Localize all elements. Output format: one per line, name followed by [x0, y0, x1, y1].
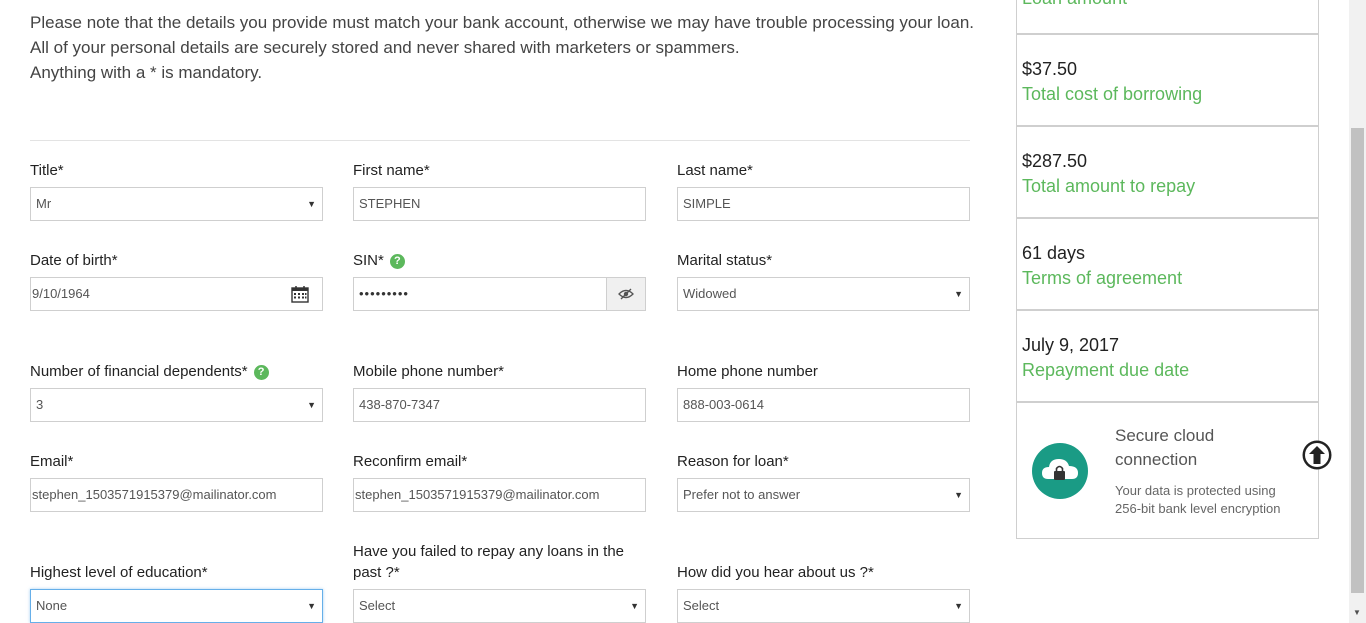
arrow-up-circle-icon[interactable] [1301, 439, 1333, 471]
intro-text: Please note that the details you provide… [30, 10, 980, 85]
hear-about-select[interactable]: Select ▼ [677, 589, 970, 623]
divider [30, 140, 970, 141]
failed-repay-select[interactable]: Select ▼ [353, 589, 646, 623]
home-phone-input[interactable]: 888-003-0614 [677, 388, 970, 422]
mobile-input[interactable]: 438-870-7347 [353, 388, 646, 422]
terms-caption: Terms of agreement [1022, 268, 1183, 288]
marital-label: Marital status* [677, 252, 773, 269]
last-name-label: Last name* [677, 162, 753, 179]
reconfirm-email-input[interactable]: stephen_1503571915379@mailinator.com [353, 478, 646, 512]
loan-amount-caption: Loan amount [1022, 0, 1127, 9]
hear-about-label: How did you hear about us ?* [677, 564, 874, 581]
due-card: July 9, 2017 Repayment due date [1016, 310, 1319, 402]
home-phone-label: Home phone number [677, 363, 818, 380]
failed-repay-label: Have you failed to repay any loans in th… [353, 543, 625, 581]
chevron-down-icon: ▼ [307, 601, 316, 611]
title-select[interactable]: Mr ▼ [30, 187, 323, 221]
sin-input[interactable]: ••••••••• [353, 277, 646, 311]
dob-label: Date of birth* [30, 252, 118, 269]
cloud-lock-icon [1032, 443, 1088, 499]
chevron-down-icon: ▼ [307, 400, 316, 410]
cost-caption: Total cost of borrowing [1022, 84, 1203, 104]
chevron-down-icon: ▼ [954, 289, 963, 299]
title-label: Title* [30, 162, 64, 179]
sin-label: SIN*? [353, 250, 405, 271]
first-name-label: First name* [353, 162, 430, 179]
terms-card: 61 days Terms of agreement [1016, 218, 1319, 310]
secure-text: Your data is protected using 256-bit ban… [1115, 483, 1281, 516]
cost-value: $37.50 [1022, 59, 1078, 79]
dob-input[interactable]: 9/10/1964 [30, 277, 323, 311]
mobile-label: Mobile phone number* [353, 363, 504, 380]
eye-slash-icon[interactable] [606, 278, 645, 310]
scrollbar-thumb[interactable] [1351, 128, 1364, 593]
intro-line-3: Anything with a * is mandatory. [30, 63, 263, 82]
secure-connection-card: Secure cloud connection Your data is pro… [1016, 402, 1319, 539]
due-caption: Repayment due date [1022, 360, 1190, 380]
marital-select[interactable]: Widowed ▼ [677, 277, 970, 311]
repay-card: $287.50 Total amount to repay [1016, 126, 1319, 218]
email-input[interactable]: stephen_1503571915379@mailinator.com [30, 478, 323, 512]
education-label: Highest level of education* [30, 564, 208, 581]
reason-select[interactable]: Prefer not to answer ▼ [677, 478, 970, 512]
chevron-down-icon: ▼ [307, 199, 316, 209]
education-select[interactable]: None ▼ [30, 589, 323, 623]
first-name-input[interactable]: STEPHEN [353, 187, 646, 221]
intro-line-1: Please note that the details you provide… [30, 13, 975, 32]
scrollbar[interactable]: ▼ [1349, 0, 1366, 623]
chevron-down-icon: ▼ [630, 601, 639, 611]
calendar-icon[interactable] [291, 286, 309, 303]
repay-caption: Total amount to repay [1022, 176, 1196, 196]
reconfirm-email-label: Reconfirm email* [353, 453, 468, 470]
chevron-down-icon: ▼ [954, 601, 963, 611]
help-icon[interactable]: ? [389, 254, 405, 269]
dependents-select[interactable]: 3 ▼ [30, 388, 323, 422]
repay-value: $287.50 [1022, 151, 1088, 171]
cost-card: $37.50 Total cost of borrowing [1016, 34, 1319, 126]
email-label: Email* [30, 453, 74, 470]
scroll-down-arrow-icon[interactable]: ▼ [1353, 608, 1361, 617]
due-value: July 9, 2017 [1022, 335, 1120, 355]
dependents-label: Number of financial dependents*? [30, 361, 269, 382]
help-icon[interactable]: ? [253, 365, 269, 380]
chevron-down-icon: ▼ [954, 490, 963, 500]
reason-label: Reason for loan* [677, 453, 789, 470]
intro-line-2: All of your personal details are securel… [30, 38, 740, 57]
loan-amount-card: Loan amount [1016, 0, 1319, 34]
terms-value: 61 days [1022, 243, 1086, 263]
last-name-input[interactable]: SIMPLE [677, 187, 970, 221]
secure-heading: Secure cloud connection [1115, 426, 1215, 469]
